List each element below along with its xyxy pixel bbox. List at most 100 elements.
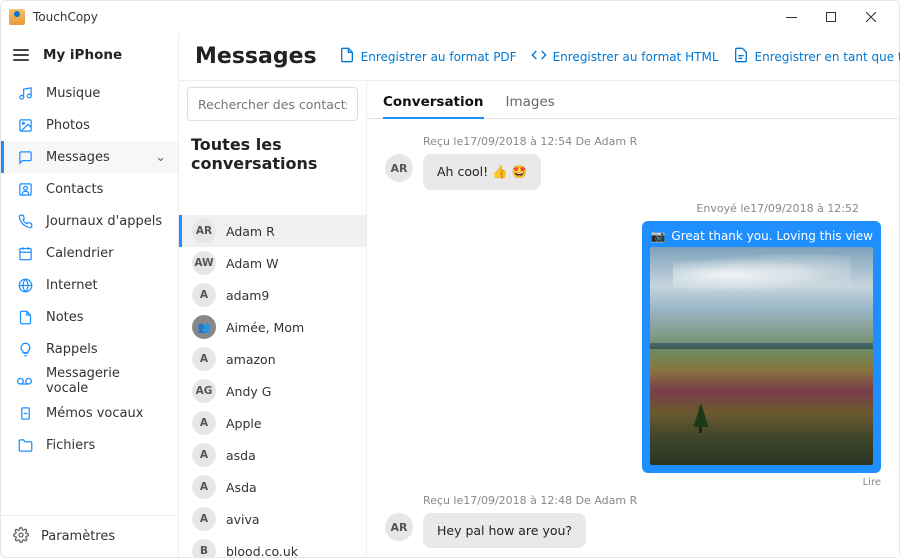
contact-item[interactable]: Bblood.co.uk (179, 535, 366, 557)
contact-name: Aimée, Mom (226, 320, 304, 335)
sidebar-item-globe[interactable]: Internet (1, 269, 178, 301)
html-icon (531, 47, 547, 66)
titlebar: TouchCopy (1, 1, 899, 33)
app-title: TouchCopy (33, 10, 98, 24)
avatar: AR (385, 513, 413, 541)
messages-scroll[interactable]: Reçu le17/09/2018 à 12:54 De Adam R AR A… (367, 119, 899, 557)
contact-name: Adam R (226, 224, 275, 239)
maximize-button[interactable] (811, 3, 851, 31)
settings-label: Paramètres (41, 529, 115, 544)
avatar: A (192, 507, 216, 531)
outgoing-image-message[interactable]: 📷 Great thank you. Loving this view (642, 221, 881, 473)
folder-icon (16, 438, 34, 453)
avatar: 👥 (192, 315, 216, 339)
contact-name: aviva (226, 512, 260, 527)
toolbar-pdf-button[interactable]: Enregistrer au format PDF (339, 47, 517, 66)
sidebar-item-voicemail[interactable]: Messagerie vocale (1, 365, 178, 397)
contacts-header: Toutes les conversations (179, 127, 366, 183)
incoming-message-bubble[interactable]: Ah cool! 👍 🤩 (423, 154, 541, 190)
avatar: A (192, 475, 216, 499)
sidebar-item-label: Messagerie vocale (46, 366, 166, 396)
toolbar: Messages Enregistrer au format PDF Enregi… (179, 33, 899, 81)
voicemail-icon (16, 374, 34, 389)
phone-icon (16, 214, 34, 229)
gear-icon (13, 527, 29, 547)
contact-icon (16, 182, 34, 197)
contact-name: Asda (226, 480, 257, 495)
sidebar-item-note[interactable]: Notes (1, 301, 178, 333)
toolbar-txt-button[interactable]: Enregistrer en tant que texte (733, 47, 900, 66)
contact-item[interactable]: Aasda (179, 439, 366, 471)
message-icon (16, 150, 34, 165)
contact-name: adam9 (226, 288, 269, 303)
sidebar-item-message[interactable]: Messages⌄ (1, 141, 178, 173)
calendar-icon (16, 246, 34, 261)
message-text: Hey pal how are you? (437, 523, 572, 538)
avatar: B (192, 539, 216, 557)
contact-item[interactable]: AG Andy G (179, 375, 366, 407)
sidebar-item-calendar[interactable]: Calendrier (1, 237, 178, 269)
toolbar-html-button[interactable]: Enregistrer au format HTML (531, 47, 719, 66)
sidebar-item-contact[interactable]: Contacts (1, 173, 178, 205)
message-timestamp: Envoyé le17/09/2018 à 12:52 (385, 202, 881, 215)
contact-item[interactable]: AR Adam R (179, 215, 366, 247)
avatar: AR (192, 219, 216, 243)
memo-icon (16, 406, 34, 421)
sidebar-item-label: Contacts (46, 182, 103, 197)
contact-item[interactable]: Aamazon (179, 343, 366, 375)
avatar: AG (192, 379, 216, 403)
messages-panel: Conversation Images Reçu le17/09/2018 à 1… (367, 81, 899, 557)
contact-item[interactable]: AWAdam W (179, 247, 366, 279)
sidebar-item-label: Internet (46, 278, 98, 293)
contact-item[interactable]: AApple (179, 407, 366, 439)
avatar: A (192, 283, 216, 307)
note-icon (16, 310, 34, 325)
sidebar: My iPhone Musique Photos Messages⌄ Contacts… (1, 33, 179, 557)
contact-name: Andy G (226, 384, 271, 399)
sidebar-item-label: Mémos vocaux (46, 406, 143, 421)
sidebar-item-label: Photos (46, 118, 90, 133)
read-status: Lire (642, 477, 881, 488)
search-input[interactable] (187, 87, 358, 121)
device-name: My iPhone (43, 47, 122, 63)
sidebar-item-folder[interactable]: Fichiers (1, 429, 178, 461)
settings-button[interactable]: Paramètres (1, 515, 178, 557)
chevron-down-icon: ⌄ (155, 150, 166, 165)
bulb-icon (16, 342, 34, 357)
sidebar-item-label: Rappels (46, 342, 98, 357)
contact-item[interactable]: 👥 Aimée, Mom (179, 311, 366, 343)
pdf-icon (339, 47, 355, 66)
avatar: AR (385, 154, 413, 182)
sidebar-item-music[interactable]: Musique (1, 77, 178, 109)
contact-item[interactable] (179, 183, 366, 215)
page-title: Messages (195, 44, 317, 69)
sidebar-item-memo[interactable]: Mémos vocaux (1, 397, 178, 429)
sidebar-item-label: Calendrier (46, 246, 113, 261)
avatar: A (192, 443, 216, 467)
sidebar-item-label: Notes (46, 310, 84, 325)
tab-conversation[interactable]: Conversation (383, 94, 484, 118)
contact-name: blood.co.uk (226, 544, 298, 558)
sidebar-item-bulb[interactable]: Rappels (1, 333, 178, 365)
hamburger-icon[interactable] (13, 49, 29, 61)
sidebar-item-photo[interactable]: Photos (1, 109, 178, 141)
message-text: Ah cool! 👍 🤩 (437, 164, 527, 179)
avatar: A (192, 411, 216, 435)
toolbar-action-label: Enregistrer au format HTML (553, 50, 719, 64)
contact-name: amazon (226, 352, 276, 367)
message-timestamp: Reçu le17/09/2018 à 12:54 De Adam R (423, 135, 881, 148)
incoming-message-bubble[interactable]: Hey pal how are you? (423, 513, 586, 548)
message-image[interactable] (650, 247, 873, 465)
contact-item[interactable]: A Asda (179, 471, 366, 503)
minimize-button[interactable] (771, 3, 811, 31)
contact-item[interactable]: Aaviva (179, 503, 366, 535)
contact-name: asda (226, 448, 256, 463)
tab-images[interactable]: Images (506, 94, 555, 118)
avatar: A (192, 347, 216, 371)
toolbar-action-label: Enregistrer au format PDF (361, 50, 517, 64)
contact-item[interactable]: Aadam9 (179, 279, 366, 311)
close-button[interactable] (851, 3, 891, 31)
image-icon: 📷 (650, 229, 665, 243)
sidebar-item-phone[interactable]: Journaux d'appels (1, 205, 178, 237)
photo-icon (16, 118, 34, 133)
